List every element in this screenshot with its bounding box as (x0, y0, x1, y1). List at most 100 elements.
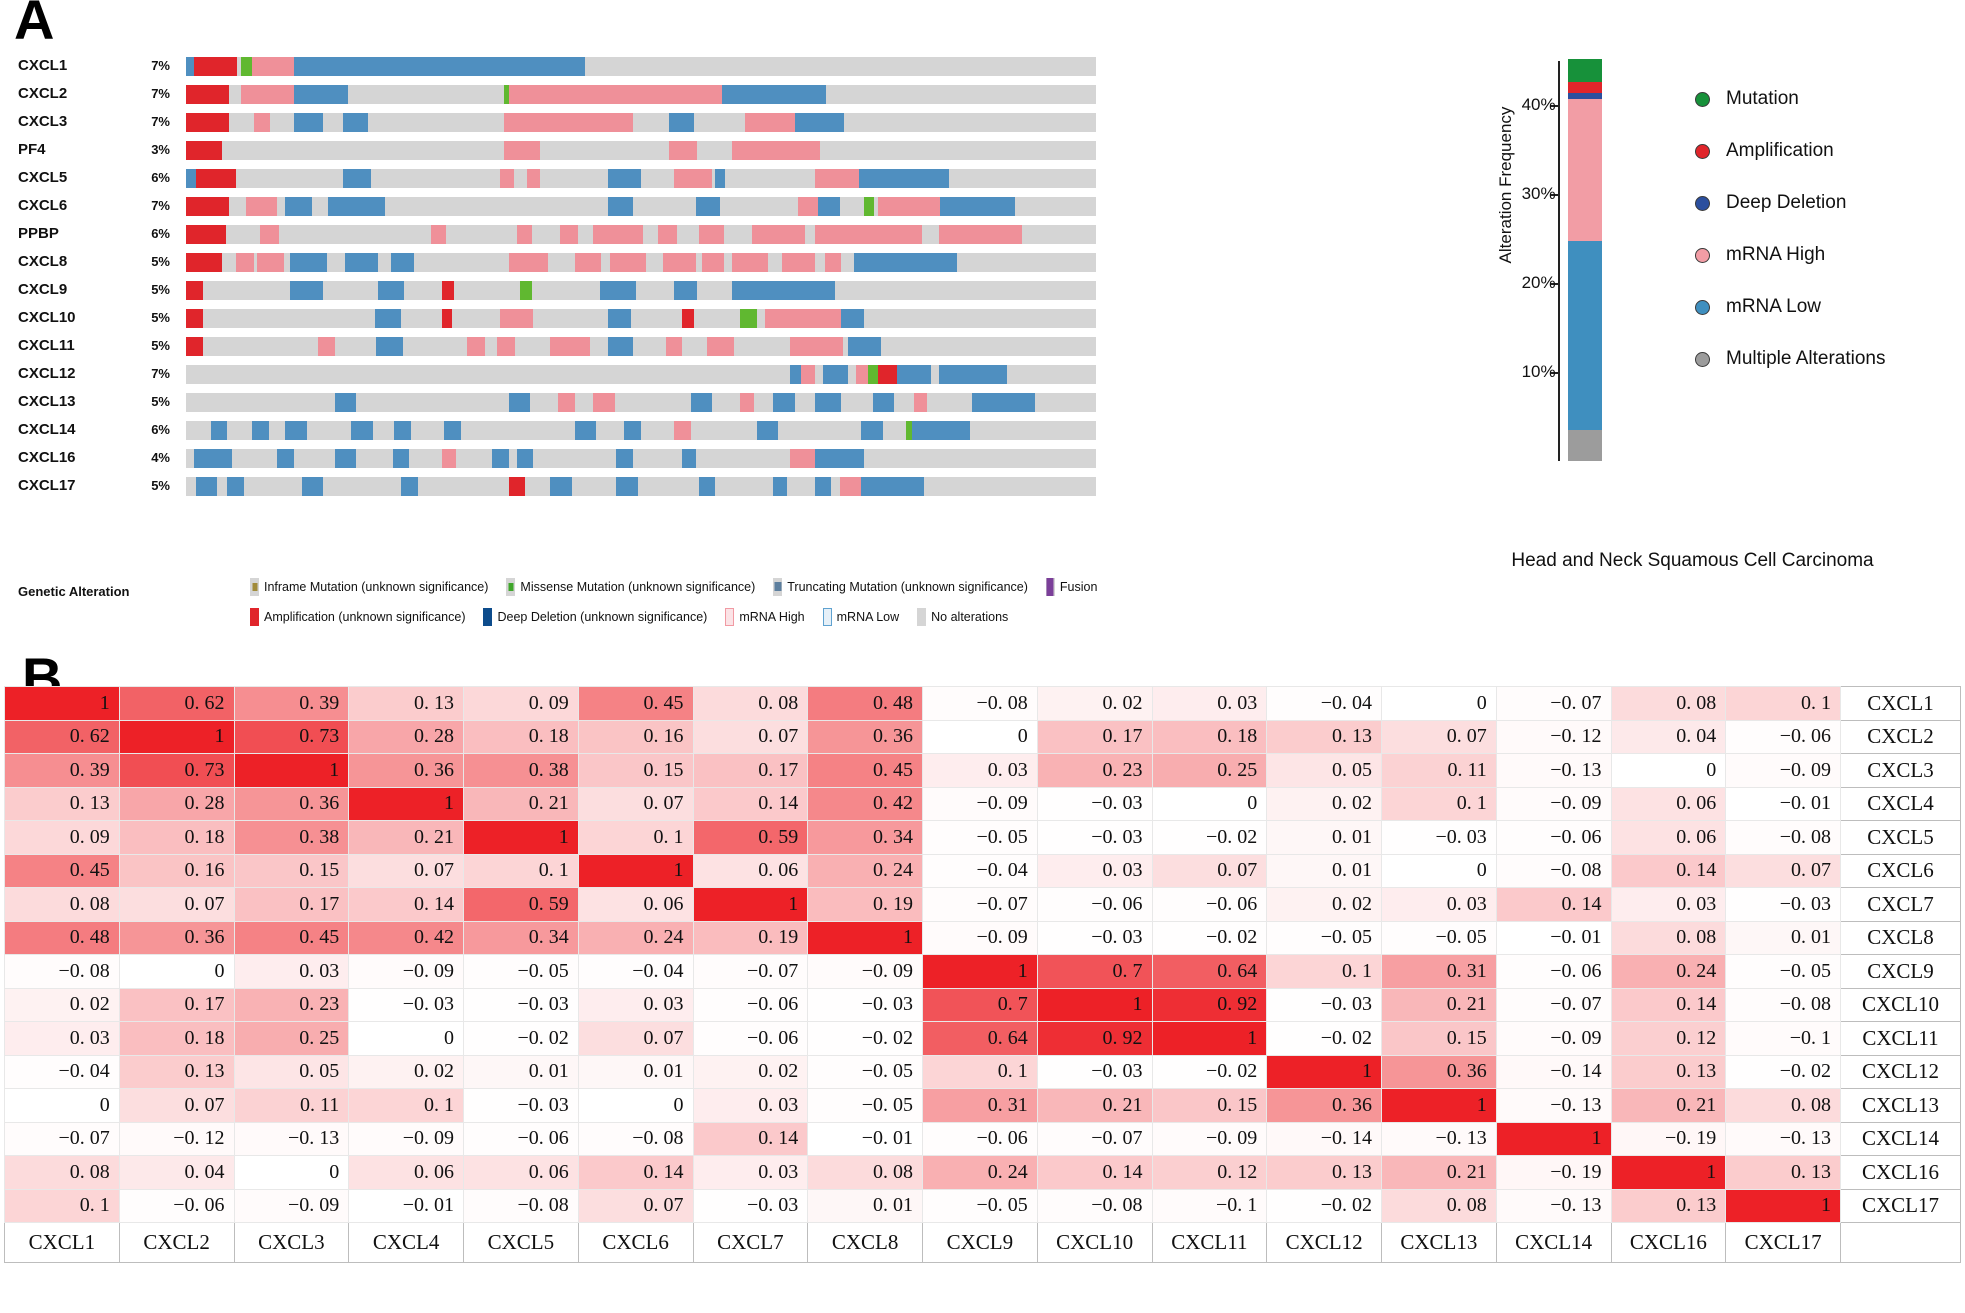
heatmap-cell: −0. 07 (4, 1121, 120, 1156)
genetic-alteration-legend-title: Genetic Alteration (18, 584, 130, 599)
oncoprint-cell-low (814, 393, 842, 412)
oncoprint-row: CXCL11 5% (0, 332, 1160, 360)
oncoprint-row: CXCL3 7% (0, 108, 1160, 136)
oncoprint-cell-low (290, 253, 327, 272)
heatmap-cell: 0. 62 (4, 719, 120, 754)
heatmap-row: 0. 02 0. 17 0. 23 −0. 03 −0. 03 0. 03 −0. 06 −0… (4, 987, 1961, 1022)
oncoprint-row: CXCL13 5% (0, 388, 1160, 416)
frequency-legend-item: mRNA High (1695, 229, 1965, 281)
gene-label: CXCL5 (18, 169, 68, 186)
oncoprint-cell-high (914, 393, 928, 412)
heatmap-cell: 0. 17 (1036, 719, 1153, 754)
heatmap-cell: 0. 25 (1151, 753, 1268, 788)
heatmap-cell: 0. 62 (118, 686, 235, 721)
heatmap-cell: 0. 73 (118, 753, 235, 788)
oncoprint-cell-high (669, 141, 698, 160)
legend-item-label: Amplification (unknown significance) (264, 610, 466, 624)
oncoprint-cell-low (616, 449, 633, 468)
oncoprint-cell-low (394, 421, 411, 440)
oncoprint-cell-high (260, 225, 279, 244)
oncoprint-cell-low (227, 477, 244, 496)
heatmap-cell: 0. 24 (807, 853, 923, 888)
oncoprint-cell-low (616, 477, 638, 496)
oncoprint-track (186, 253, 1096, 272)
oncoprint-row: CXCL1 7% (0, 52, 1160, 80)
oncoprint-cell-low (674, 281, 698, 300)
heatmap-column-label: CXCL7 (692, 1222, 809, 1263)
oncoprint-cell-low (854, 253, 957, 272)
heatmap-cell: 0. 14 (692, 786, 809, 821)
heatmap-cell: −0. 04 (4, 1054, 120, 1089)
heatmap-cell: −0. 08 (463, 1188, 579, 1223)
heatmap-cell: −0. 09 (807, 954, 923, 989)
heatmap-cell: −0. 06 (1725, 719, 1841, 754)
heatmap-column-label: CXCL8 (807, 1222, 923, 1263)
oncoprint-cell-low (516, 449, 534, 468)
heatmap-cell: 0. 03 (692, 1155, 809, 1190)
heatmap-cell: 1 (4, 686, 120, 721)
heatmap-cell: 0 (1381, 853, 1497, 888)
oncoprint-cell-high (503, 141, 541, 160)
y-axis-line (1558, 61, 1560, 461)
heatmap-cell: −0. 06 (1495, 820, 1612, 855)
heatmap-cell: 0. 06 (348, 1155, 464, 1190)
gene-label: CXCL16 (18, 449, 76, 466)
heatmap-cell: 0 (233, 1155, 350, 1190)
heatmap-cell: −0. 08 (577, 1121, 694, 1156)
alteration-percentage: 5% (151, 338, 170, 353)
legend-item-label: mRNA Low (836, 610, 900, 624)
oncoprint-track (186, 169, 1096, 188)
oncoprint-cell-high (657, 225, 678, 244)
heatmap-row: 1 0. 62 0. 39 0. 13 0. 09 0. 45 0. 08 0. 48 −0. … (4, 686, 1961, 721)
heatmap-cell: 0. 36 (1381, 1054, 1497, 1089)
heatmap-cell: 1 (118, 719, 235, 754)
legend-swatch-none-icon (917, 608, 927, 626)
heatmap-row: 0 0. 07 0. 11 0. 1 −0. 03 0 0. 03 −0. 05 0. 31 0.… (4, 1088, 1961, 1123)
heatmap-cell: −0. 08 (922, 686, 1038, 721)
heatmap-cell: −0. 05 (922, 1188, 1038, 1223)
oncoprint-cell-low (847, 337, 881, 356)
heatmap-cell: 0. 13 (1610, 1054, 1727, 1089)
heatmap-cell: 0. 07 (348, 853, 464, 888)
heatmap-cell: 0. 23 (1036, 753, 1153, 788)
oncoprint-cell-amp (186, 309, 203, 328)
heatmap-cell: 0 (1151, 786, 1268, 821)
heatmap-cell: 0. 08 (4, 887, 120, 922)
heatmap-cell: 0. 07 (692, 719, 809, 754)
heatmap-cell: −0. 05 (1381, 920, 1497, 955)
heatmap-cell: 0. 12 (1610, 1021, 1727, 1056)
heatmap-cell: −0. 03 (1266, 987, 1382, 1022)
heatmap-row: 0. 62 1 0. 73 0. 28 0. 18 0. 16 0. 07 0. 36 0 0. … (4, 719, 1961, 754)
oncoprint-cell-low (343, 169, 372, 188)
heatmap-cell: 1 (692, 887, 809, 922)
y-tick-label: 40% (1521, 95, 1556, 115)
panel-a-letter: A (14, 0, 55, 51)
heatmap-cell: 0. 73 (233, 719, 350, 754)
alteration-percentage: 5% (151, 394, 170, 409)
oncoprint-cell-low (938, 365, 982, 384)
heatmap-row-label: CXCL12 (1840, 1054, 1961, 1089)
stacked-bar (1568, 59, 1602, 461)
heatmap-cell: 0. 07 (577, 1188, 694, 1223)
heatmap-cell: 0. 1 (1381, 786, 1497, 821)
oncoprint-cell-high (430, 225, 446, 244)
heatmap-cell: 0. 13 (1610, 1188, 1727, 1223)
heatmap-cell: −0. 07 (1036, 1121, 1153, 1156)
oncoprint-row: CXCL8 5% (0, 248, 1160, 276)
oncoprint-cell-low (599, 281, 637, 300)
heatmap-cell: 0. 34 (807, 820, 923, 855)
panel-a-oncoprint: A CXCL1 7% CXCL2 7% CXCL3 7% PF4 3% CXCL5 6% CXCL6… (0, 0, 1965, 640)
oncoprint-cell-low (607, 309, 632, 328)
bar-segment-mutation (1568, 59, 1602, 83)
oncoprint-cell-high (245, 197, 277, 216)
oncoprint-cell-high (732, 253, 769, 272)
legend-row-cna: Amplification (unknown significance) Deep… (250, 608, 1026, 630)
oncoprint-cell-amp (186, 197, 230, 216)
heatmap-row: 0. 13 0. 28 0. 36 1 0. 21 0. 07 0. 14 0. 42 −0. … (4, 786, 1961, 821)
oncoprint-cell-low (374, 309, 402, 328)
heatmap-cell: 0. 14 (1495, 887, 1612, 922)
oncoprint-row: CXCL2 7% (0, 80, 1160, 108)
oncoprint-cell-amp (186, 281, 203, 300)
heatmap-cell: 0. 06 (1610, 820, 1727, 855)
oncoprint-cell-amp (186, 85, 230, 104)
